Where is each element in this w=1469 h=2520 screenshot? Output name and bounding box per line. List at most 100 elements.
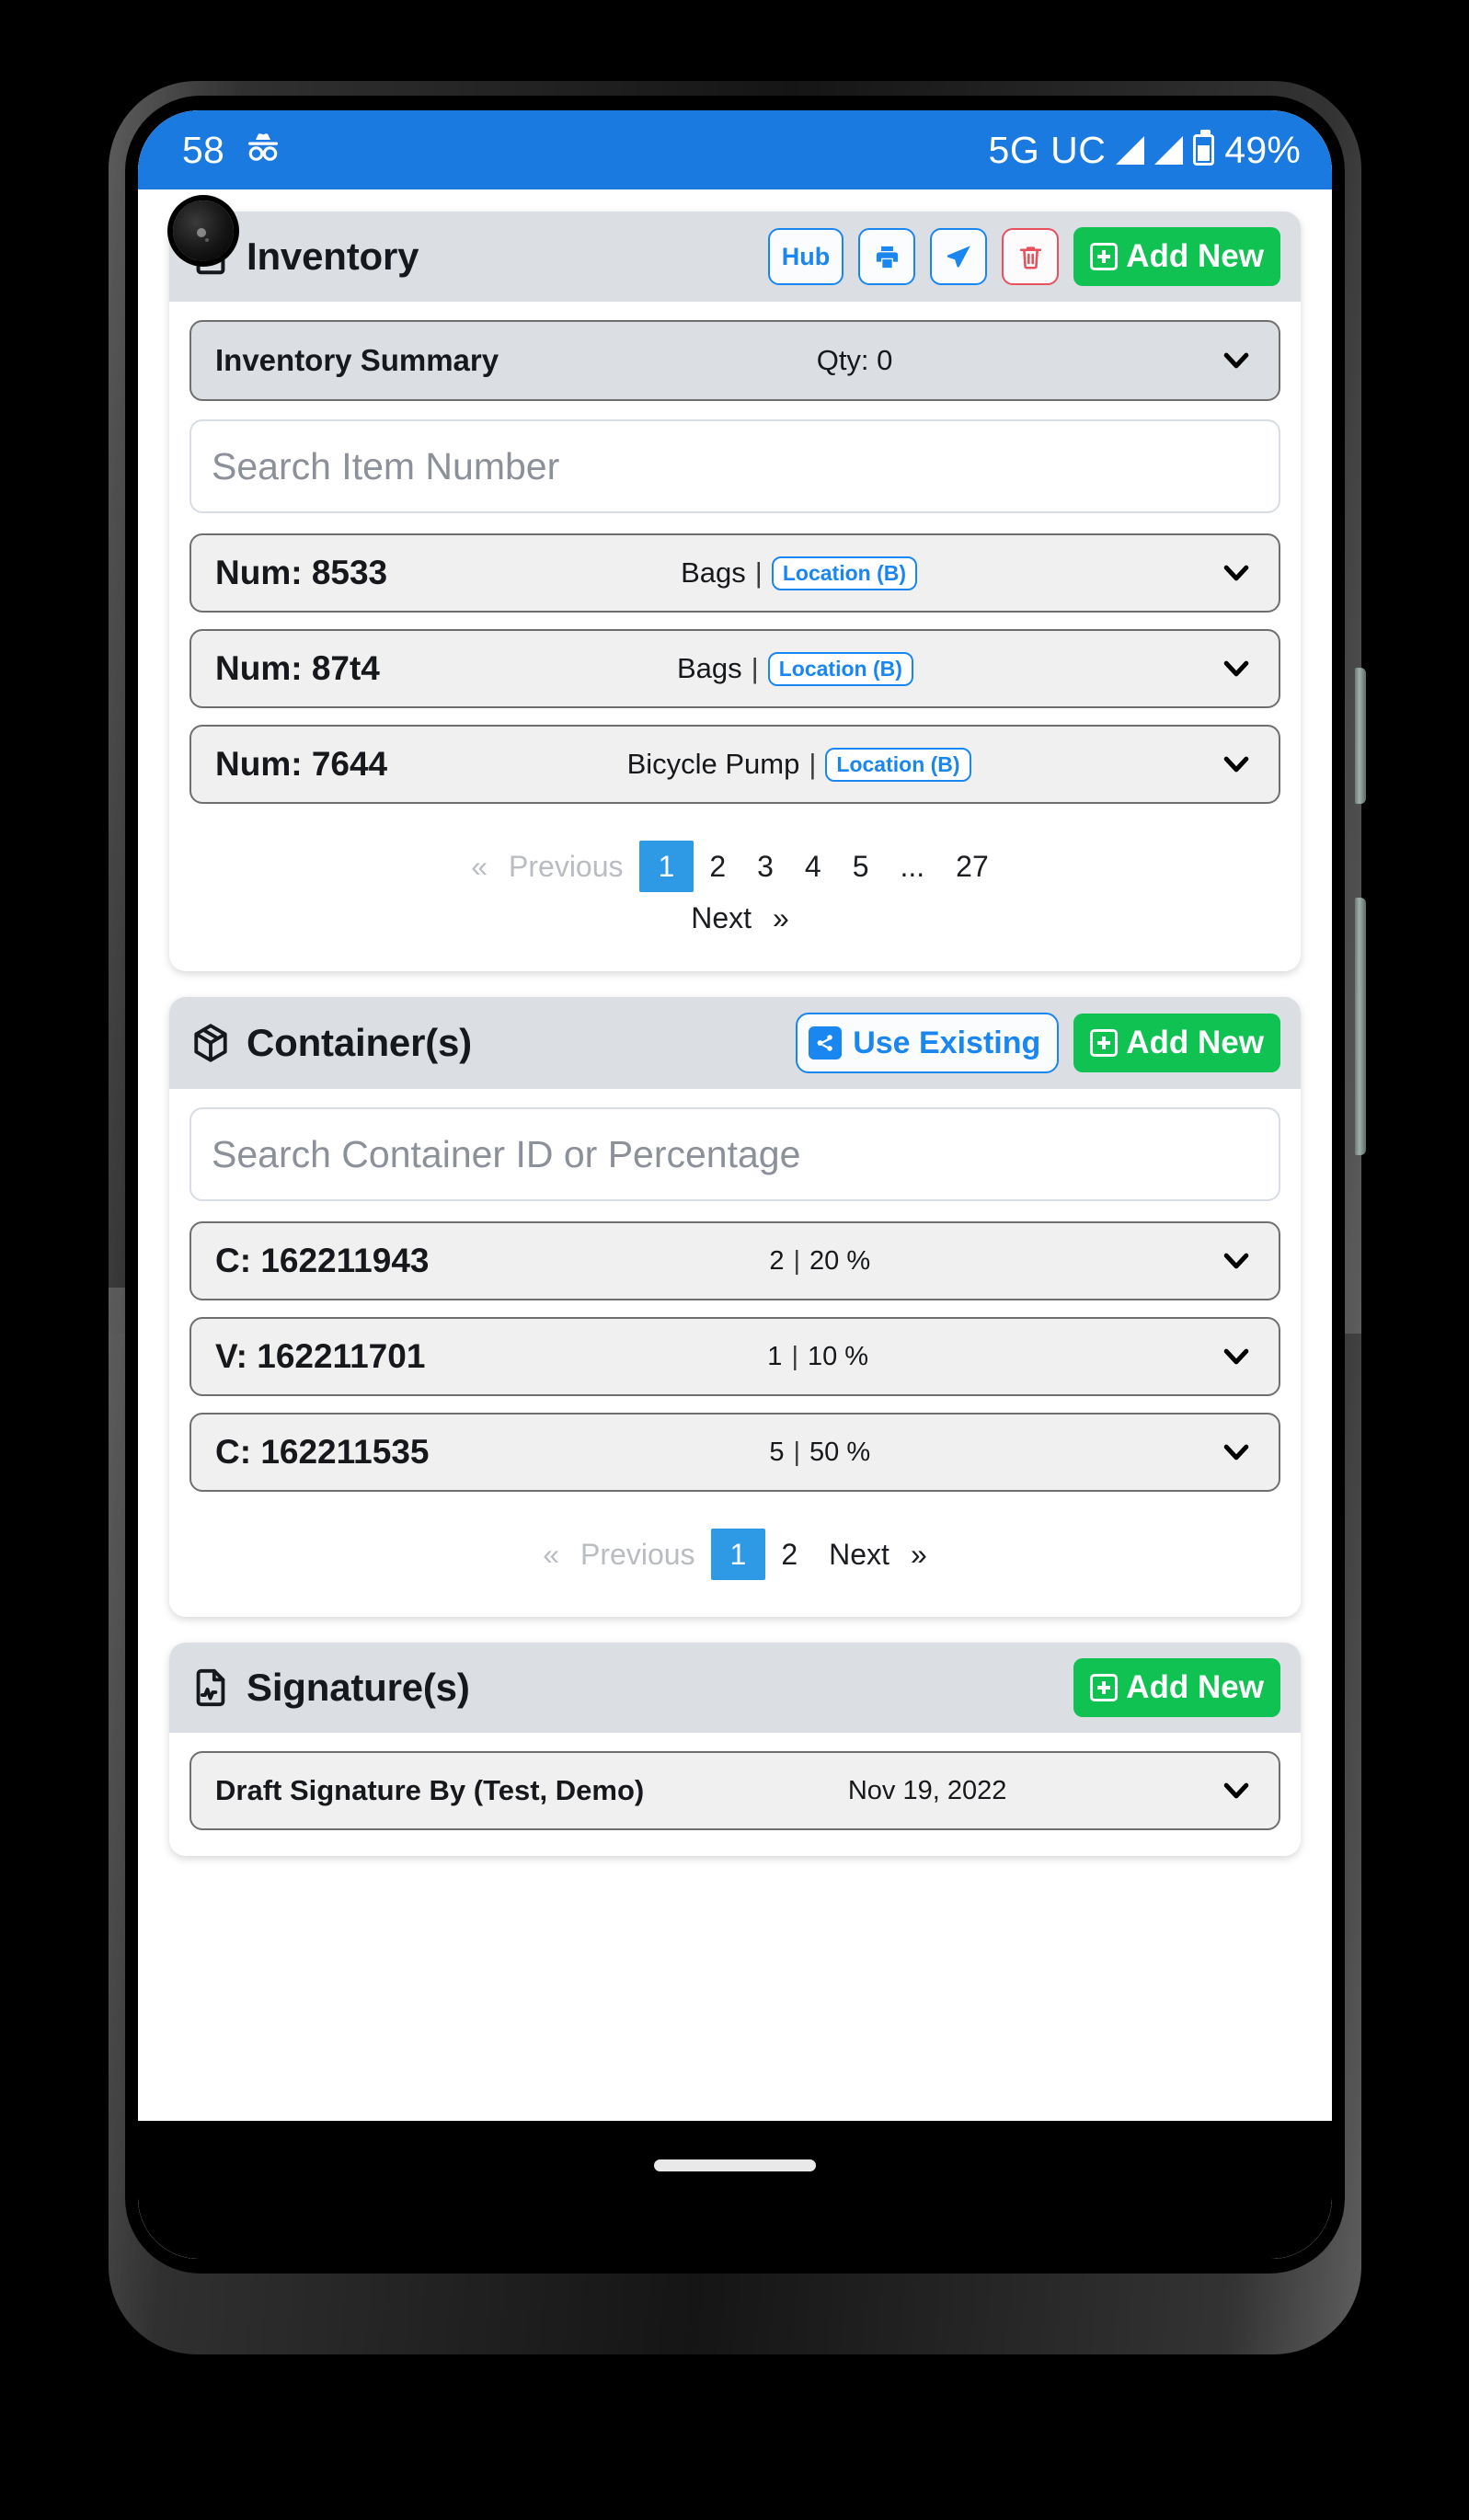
pagination-page-5[interactable]: 5: [837, 841, 885, 892]
location-chip[interactable]: Location (B): [825, 747, 971, 782]
share-icon: [809, 1026, 843, 1060]
container-percent: 10 %: [807, 1341, 869, 1371]
container-id: C: 162211535: [215, 1433, 430, 1471]
inventory-item-meta: Bicycle Pump | Location (B): [387, 747, 1211, 782]
chevron-down-icon[interactable]: [1218, 1243, 1255, 1279]
volume-button[interactable]: [1355, 898, 1366, 1155]
pagination-page-2[interactable]: 2: [694, 841, 741, 892]
inventory-card: Inventory Hub Add New Inventory Summary …: [169, 212, 1301, 971]
inventory-summary-label: Inventory Summary: [215, 343, 499, 377]
plus-square-icon: [1090, 1674, 1119, 1701]
inventory-item-row[interactable]: Num: 8533 Bags | Location (B): [189, 533, 1280, 613]
signal-bars-icon-1: [1116, 135, 1145, 165]
pagination-page-1[interactable]: 1: [710, 1529, 766, 1580]
front-camera: [173, 200, 234, 261]
power-button[interactable]: [1355, 668, 1366, 804]
chevron-down-icon[interactable]: [1218, 1338, 1255, 1375]
signature-add-new-button[interactable]: Add New: [1073, 1658, 1280, 1717]
incognito-icon: [245, 129, 281, 172]
container-card-header: Container(s) Use Existing Add New: [169, 997, 1301, 1089]
container-qty: 1: [767, 1341, 783, 1371]
signature-item-row[interactable]: Draft Signature By (Test, Demo) Nov 19, …: [189, 1751, 1280, 1830]
pagination-next[interactable]: Next: [813, 1529, 905, 1580]
separator: |: [809, 748, 817, 780]
container-meta: 5 | 50 %: [429, 1438, 1211, 1468]
print-button[interactable]: [858, 228, 916, 285]
container-id: V: 162211701: [215, 1337, 426, 1375]
location-chip[interactable]: Location (B): [771, 556, 918, 590]
container-percent: 20 %: [809, 1245, 871, 1276]
hub-button-label: Hub: [781, 242, 831, 270]
pagination-previous[interactable]: Previous: [565, 1529, 711, 1580]
use-existing-label: Use Existing: [853, 1025, 1041, 1060]
inventory-item-row[interactable]: Num: 87t4 Bags | Location (B): [189, 629, 1280, 708]
gesture-bar-area: [138, 2121, 1332, 2259]
inventory-item-number: Num: 87t4: [215, 649, 380, 687]
container-item-row[interactable]: C: 162211943 2 | 20 %: [189, 1221, 1280, 1300]
inventory-summary-qty: Qty: 0: [816, 344, 893, 376]
container-item-row[interactable]: C: 162211535 5 | 50 %: [189, 1413, 1280, 1492]
delete-button[interactable]: [1002, 228, 1060, 285]
plus-square-icon: [1090, 1029, 1119, 1057]
container-search-input[interactable]: [189, 1107, 1280, 1201]
chevron-down-icon[interactable]: [1218, 1772, 1255, 1809]
pagination-next-chevron[interactable]: »: [905, 1529, 933, 1580]
pagination-page-last[interactable]: 27: [940, 841, 1004, 892]
container-qty: 5: [769, 1437, 785, 1467]
inventory-item-row[interactable]: Num: 7644 Bicycle Pump | Location (B): [189, 725, 1280, 804]
inventory-card-body: Inventory Summary Qty: 0 Num: 8533 Bags: [169, 302, 1301, 971]
separator: |: [791, 1341, 798, 1371]
status-bar-left: 58: [182, 129, 281, 172]
chevron-down-icon[interactable]: [1218, 342, 1255, 379]
battery-icon: [1193, 130, 1215, 166]
home-gesture-bar[interactable]: [654, 2159, 816, 2171]
separator: |: [793, 1245, 801, 1276]
pagination-prev-chevron[interactable]: «: [537, 1529, 565, 1580]
inventory-add-new-button[interactable]: Add New: [1073, 227, 1280, 286]
pagination-page-2[interactable]: 2: [765, 1529, 813, 1580]
container-card-body: C: 162211943 2 | 20 % V: 162211701: [169, 1089, 1301, 1617]
container-meta: 2 | 20 %: [429, 1246, 1211, 1277]
inventory-item-number: Num: 7644: [215, 745, 388, 783]
container-add-new-label: Add New: [1126, 1025, 1264, 1060]
plus-square-icon: [1090, 243, 1119, 270]
pagination-previous[interactable]: Previous: [493, 841, 639, 892]
container-qty: 2: [769, 1245, 785, 1276]
hub-button[interactable]: Hub: [767, 228, 844, 285]
pagination-page-3[interactable]: 3: [741, 841, 789, 892]
inventory-summary-row[interactable]: Inventory Summary Qty: 0: [189, 320, 1280, 401]
chevron-down-icon[interactable]: [1218, 555, 1255, 591]
separator: |: [754, 556, 763, 589]
chevron-down-icon[interactable]: [1218, 1434, 1255, 1471]
pagination-next[interactable]: Next: [675, 892, 767, 944]
network-type-label: 5G UC: [988, 128, 1107, 171]
signature-document-icon: [189, 1667, 232, 1709]
container-add-new-button[interactable]: Add New: [1073, 1014, 1280, 1072]
use-existing-button[interactable]: Use Existing: [796, 1013, 1060, 1073]
location-chip[interactable]: Location (B): [767, 651, 913, 686]
inventory-search-input[interactable]: [189, 419, 1280, 513]
chevron-down-icon[interactable]: [1218, 650, 1255, 687]
inventory-add-new-label: Add New: [1126, 238, 1264, 274]
signature-card: Signature(s) Add New Draft Signature By …: [169, 1643, 1301, 1856]
inventory-pagination: « Previous 1 2 3 4 5 ... 27 Next »: [189, 820, 1280, 962]
signature-card-body: Draft Signature By (Test, Demo) Nov 19, …: [169, 1733, 1301, 1856]
status-bar-time: 58: [182, 128, 225, 171]
pagination-ellipsis: ...: [900, 849, 925, 883]
signature-title: Signature(s): [247, 1666, 470, 1709]
signature-card-header: Signature(s) Add New: [169, 1643, 1301, 1733]
page-scroll-area[interactable]: Inventory Hub Add New Inventory Summary …: [138, 189, 1332, 2259]
container-item-row[interactable]: V: 162211701 1 | 10 %: [189, 1317, 1280, 1396]
signature-add-new-label: Add New: [1126, 1669, 1264, 1705]
screen-content: 58 5G UC 49% Inventory Hub Add New Inven…: [138, 110, 1332, 2259]
send-button[interactable]: [930, 228, 988, 285]
pagination-prev-chevron[interactable]: «: [465, 841, 493, 892]
chevron-down-icon[interactable]: [1218, 746, 1255, 783]
inventory-card-header: Inventory Hub Add New: [169, 212, 1301, 302]
inventory-item-meta: Bags | Location (B): [387, 556, 1211, 590]
signature-date: Nov 19, 2022: [847, 1775, 1007, 1805]
pagination-next-chevron[interactable]: »: [767, 892, 795, 944]
battery-percent-label: 49%: [1224, 128, 1301, 171]
pagination-page-4[interactable]: 4: [789, 841, 837, 892]
pagination-page-1[interactable]: 1: [638, 841, 694, 892]
